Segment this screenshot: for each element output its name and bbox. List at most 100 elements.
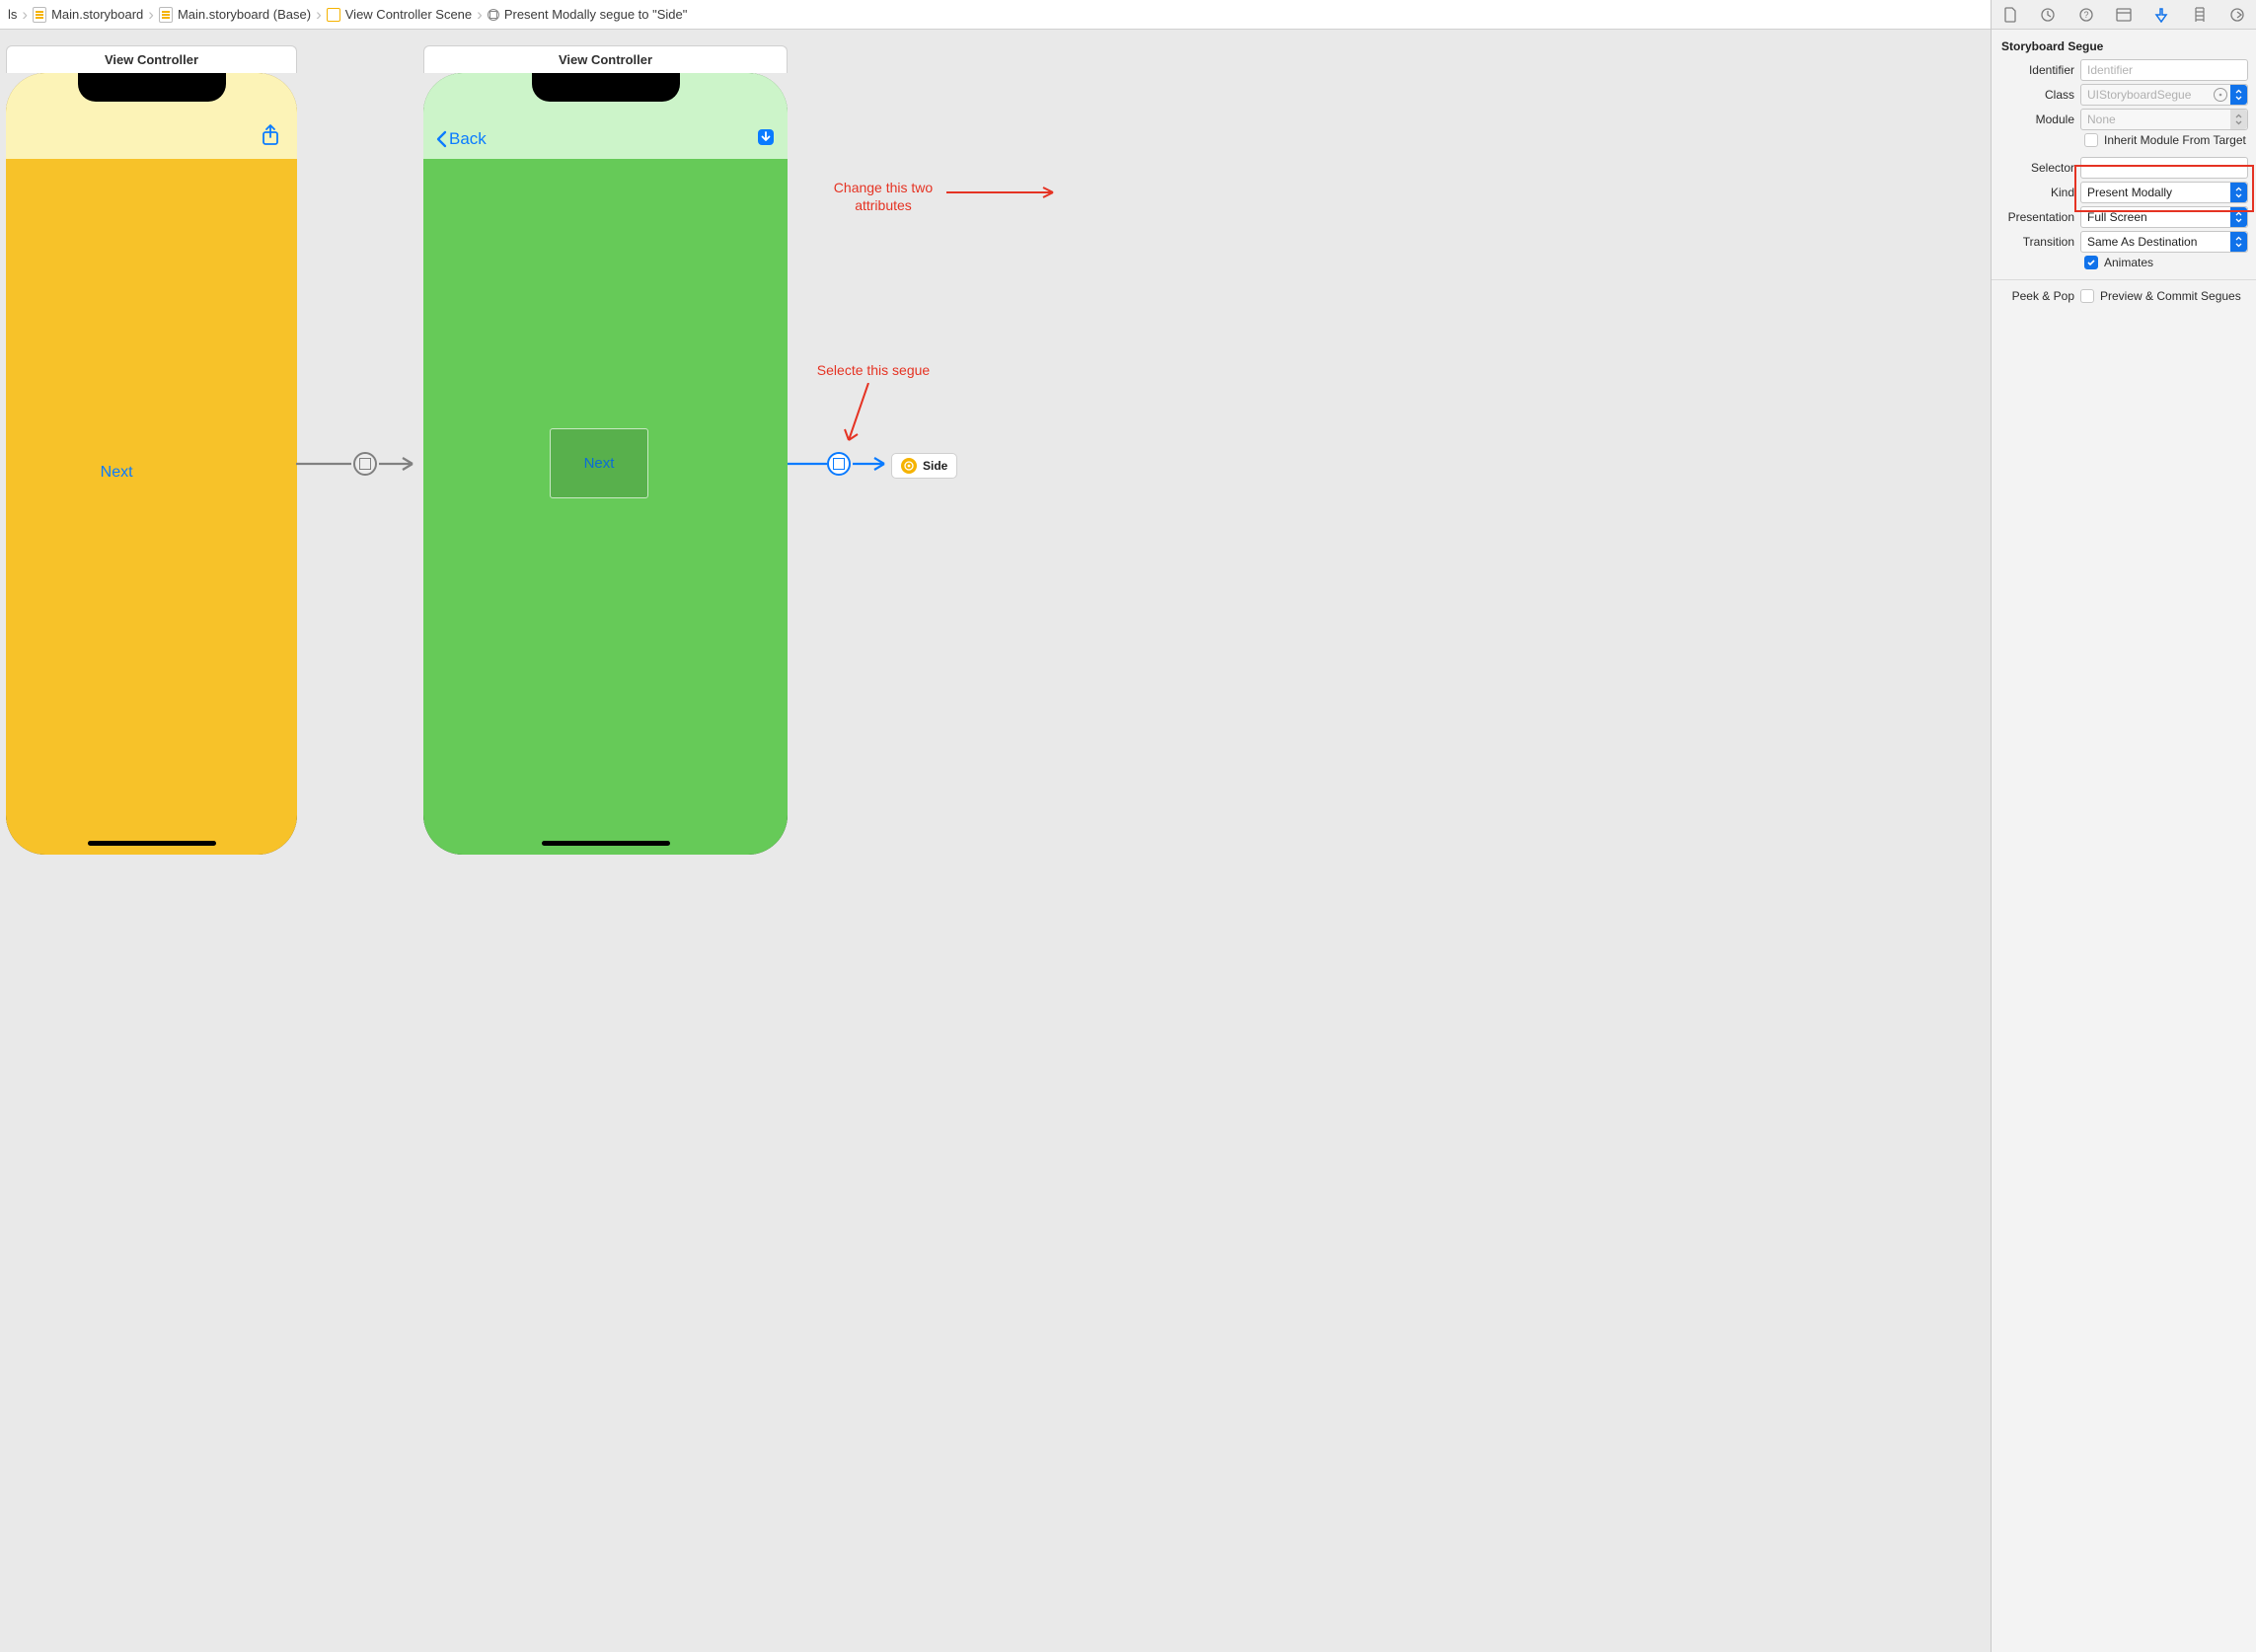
peek-checkbox[interactable]: Preview & Commit Segues <box>2080 289 2241 303</box>
class-select[interactable]: UIStoryboardSegue <box>2080 84 2248 106</box>
phone-b[interactable]: Back Next <box>423 73 788 855</box>
label-kind: Kind <box>1999 186 2074 199</box>
inspector-panel: ? Storyboard Segue Identifier Class UISt… <box>1991 0 2256 1652</box>
checkbox-icon <box>2080 289 2094 303</box>
stepper-icon <box>2230 85 2247 105</box>
attributes-inspector-icon[interactable] <box>2149 3 2173 27</box>
scene-title-b[interactable]: View Controller <box>423 45 788 73</box>
share-icon[interactable] <box>261 123 280 150</box>
phone-b-notch <box>532 73 680 102</box>
segue-kind-icon <box>833 458 845 470</box>
editor-top-bar: ls › Main.storyboard › Main.storyboard (… <box>0 0 2256 30</box>
segue-node-a[interactable] <box>353 452 377 476</box>
button-next-b: Next <box>584 455 615 472</box>
history-inspector-icon[interactable] <box>2036 3 2060 27</box>
crumb-file[interactable]: Main.storyboard <box>51 7 143 22</box>
storyboard-ref-icon <box>901 458 917 474</box>
chevron-right-icon: › <box>316 6 322 23</box>
annotation-text: Change this two <box>834 180 933 195</box>
presentation-select[interactable]: Full Screen <box>2080 206 2248 228</box>
module-value: None <box>2087 113 2116 126</box>
inspector-tabs: ? <box>1992 0 2256 30</box>
stepper-icon <box>2230 183 2247 202</box>
back-label: Back <box>449 129 487 149</box>
transition-value: Same As Destination <box>2087 235 2197 249</box>
connections-inspector-icon[interactable] <box>2225 3 2249 27</box>
annotation-segue: Selecte this segue <box>804 362 942 380</box>
label-identifier: Identifier <box>1999 63 2074 77</box>
help-inspector-icon[interactable]: ? <box>2074 3 2098 27</box>
file-inspector-icon[interactable] <box>1998 3 2022 27</box>
chevron-right-icon: › <box>22 6 28 23</box>
kind-value: Present Modally <box>2087 186 2172 199</box>
storyboard-ref-label: Side <box>923 459 947 473</box>
inherit-checkbox[interactable]: Inherit Module From Target <box>2084 133 2248 147</box>
transition-select[interactable]: Same As Destination <box>2080 231 2248 253</box>
storyboard-file-icon <box>159 7 173 23</box>
label-transition: Transition <box>1999 235 2074 249</box>
annotation-arrow-segue <box>839 383 878 454</box>
segue-node-b-selected[interactable] <box>827 452 851 476</box>
selector-field[interactable] <box>2080 157 2248 179</box>
animates-checkbox[interactable]: Animates <box>2084 256 2248 269</box>
crumb-root[interactable]: ls <box>8 7 17 22</box>
svg-text:?: ? <box>2083 10 2088 20</box>
phone-a-notch <box>78 73 226 102</box>
label-selector: Selector <box>1999 161 2074 175</box>
download-icon[interactable] <box>756 127 776 150</box>
identity-inspector-icon[interactable] <box>2112 3 2136 27</box>
label-peek: Peek & Pop <box>1999 289 2074 303</box>
phone-a-body: Next <box>6 73 297 855</box>
crumb-base[interactable]: Main.storyboard (Base) <box>178 7 311 22</box>
home-indicator <box>542 841 670 846</box>
annotation-attributes: Change this two attributes <box>819 180 947 214</box>
inspector-section-peek: Peek & Pop Preview & Commit Segues <box>1992 280 2256 316</box>
phone-a[interactable]: Next <box>6 73 297 855</box>
annotation-arrow-attrs <box>946 185 1065 200</box>
row-kind: Kind Present Modally <box>1999 182 2248 203</box>
row-presentation: Presentation Full Screen <box>1999 206 2248 228</box>
inherit-label: Inherit Module From Target <box>2104 133 2246 147</box>
label-class: Class <box>1999 88 2074 102</box>
row-peek: Peek & Pop Preview & Commit Segues <box>1999 289 2248 303</box>
row-selector: Selector <box>1999 157 2248 179</box>
class-clear-icon[interactable] <box>2214 88 2227 102</box>
breadcrumb: ls › Main.storyboard › Main.storyboard (… <box>8 6 2084 23</box>
scene-title-a[interactable]: View Controller <box>6 45 297 73</box>
storyboard-reference-side[interactable]: Side <box>891 453 957 479</box>
module-select[interactable]: None <box>2080 109 2248 130</box>
presentation-value: Full Screen <box>2087 210 2147 224</box>
label-module: Module <box>1999 113 2074 126</box>
storyboard-canvas[interactable]: View Controller Next View Controller Bac… <box>0 30 1991 1652</box>
home-indicator <box>88 841 216 846</box>
section-title: Storyboard Segue <box>2001 39 2248 53</box>
segue-icon <box>488 9 499 21</box>
annotation-text: attributes <box>855 197 912 213</box>
checkbox-icon <box>2084 133 2098 147</box>
crumb-scene[interactable]: View Controller Scene <box>345 7 472 22</box>
crumb-segue[interactable]: Present Modally segue to "Side" <box>504 7 688 22</box>
scene-icon <box>327 8 340 22</box>
back-button[interactable]: Back <box>435 129 487 149</box>
storyboard-file-icon <box>33 7 46 23</box>
row-identifier: Identifier <box>1999 59 2248 81</box>
animates-label: Animates <box>2104 256 2153 269</box>
label-presentation: Presentation <box>1999 210 2074 224</box>
checkbox-checked-icon <box>2084 256 2098 269</box>
identifier-field[interactable] <box>2080 59 2248 81</box>
row-class: Class UIStoryboardSegue <box>1999 84 2248 106</box>
row-module: Module None <box>1999 109 2248 130</box>
stepper-icon <box>2230 207 2247 227</box>
peek-label: Preview & Commit Segues <box>2100 289 2241 303</box>
phone-b-navbar: Back <box>423 118 788 159</box>
class-value: UIStoryboardSegue <box>2087 88 2191 102</box>
row-transition: Transition Same As Destination <box>1999 231 2248 253</box>
segue-kind-icon <box>359 458 371 470</box>
stepper-icon <box>2230 232 2247 252</box>
kind-select[interactable]: Present Modally <box>2080 182 2248 203</box>
container-view[interactable]: Next <box>550 428 648 498</box>
chevron-right-icon: › <box>477 6 483 23</box>
phone-b-body: Back Next <box>423 73 788 855</box>
button-next-a[interactable]: Next <box>101 464 133 482</box>
size-inspector-icon[interactable] <box>2188 3 2212 27</box>
